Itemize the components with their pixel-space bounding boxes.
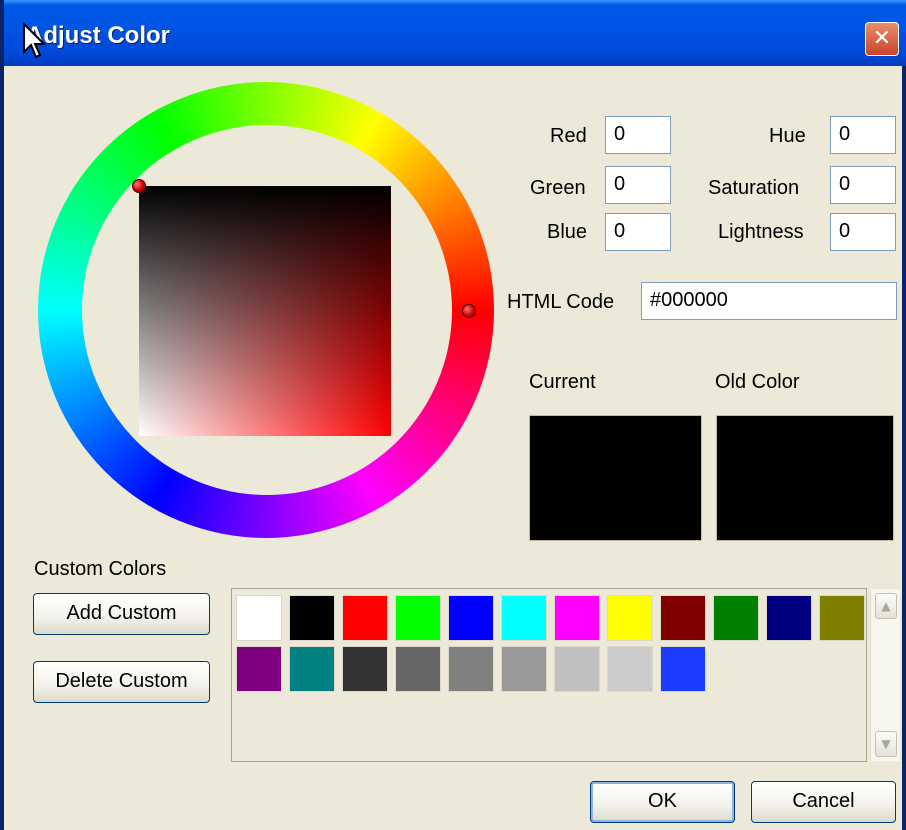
add-custom-button[interactable]: Add Custom (33, 593, 210, 635)
green-label: Green (530, 177, 586, 199)
hue-picker-handle[interactable] (462, 304, 476, 318)
current-color-swatch (529, 415, 702, 541)
hue-label: Hue (769, 125, 806, 147)
close-icon: ✕ (872, 26, 892, 51)
custom-color-swatch[interactable] (395, 646, 441, 692)
custom-color-swatch[interactable] (342, 646, 388, 692)
custom-color-swatch[interactable] (289, 646, 335, 692)
sv-picker-handle[interactable] (132, 179, 146, 193)
custom-color-swatch[interactable] (448, 646, 494, 692)
blue-input[interactable]: 0 (605, 213, 671, 251)
custom-color-swatch[interactable] (236, 595, 282, 641)
custom-color-swatch[interactable] (607, 595, 653, 641)
custom-color-swatch[interactable] (236, 646, 282, 692)
scroll-down-icon[interactable]: ▼ (875, 731, 897, 757)
green-input[interactable]: 0 (605, 166, 671, 204)
title-bar[interactable]: Adjust Color ✕ (4, 0, 906, 66)
old-color-label: Old Color (715, 371, 800, 393)
html-code-input[interactable]: #000000 (641, 282, 897, 320)
adjust-color-dialog: Adjust Color ✕ Red 0 Green 0 Blue 0 Hue … (0, 0, 906, 830)
custom-color-swatch[interactable] (342, 595, 388, 641)
saturation-input[interactable]: 0 (830, 166, 896, 204)
custom-color-swatch[interactable] (660, 646, 706, 692)
ok-button[interactable]: OK (590, 781, 735, 823)
custom-color-swatch[interactable] (554, 595, 600, 641)
custom-color-swatch[interactable] (607, 646, 653, 692)
scroll-up-icon[interactable]: ▲ (875, 593, 897, 619)
window-title: Adjust Color (26, 22, 170, 49)
hue-input[interactable]: 0 (830, 116, 896, 154)
red-label: Red (550, 125, 587, 147)
cancel-button[interactable]: Cancel (751, 781, 896, 823)
custom-color-swatch[interactable] (501, 646, 547, 692)
custom-color-palette (231, 588, 867, 762)
close-button[interactable]: ✕ (865, 22, 899, 56)
custom-color-swatch[interactable] (554, 646, 600, 692)
custom-color-swatch[interactable] (501, 595, 547, 641)
blue-label: Blue (547, 221, 588, 243)
custom-color-swatch[interactable] (448, 595, 494, 641)
custom-color-swatch[interactable] (819, 595, 865, 641)
custom-color-swatch[interactable] (395, 595, 441, 641)
custom-color-swatch[interactable] (766, 595, 812, 641)
red-input[interactable]: 0 (605, 116, 671, 154)
custom-color-swatch[interactable] (660, 595, 706, 641)
old-color-swatch (716, 415, 894, 541)
mouse-cursor-icon (23, 22, 46, 59)
html-code-label: HTML Code (507, 291, 615, 313)
delete-custom-button[interactable]: Delete Custom (33, 661, 210, 703)
palette-scrollbar[interactable]: ▲ ▼ (870, 589, 900, 761)
lightness-input[interactable]: 0 (830, 213, 896, 251)
saturation-label: Saturation (708, 177, 800, 199)
custom-color-swatch[interactable] (713, 595, 759, 641)
saturation-lightness-square[interactable] (139, 186, 391, 436)
current-label: Current (529, 371, 596, 393)
lightness-label: Lightness (718, 221, 804, 243)
custom-colors-label: Custom Colors (34, 558, 167, 580)
custom-color-swatch[interactable] (289, 595, 335, 641)
